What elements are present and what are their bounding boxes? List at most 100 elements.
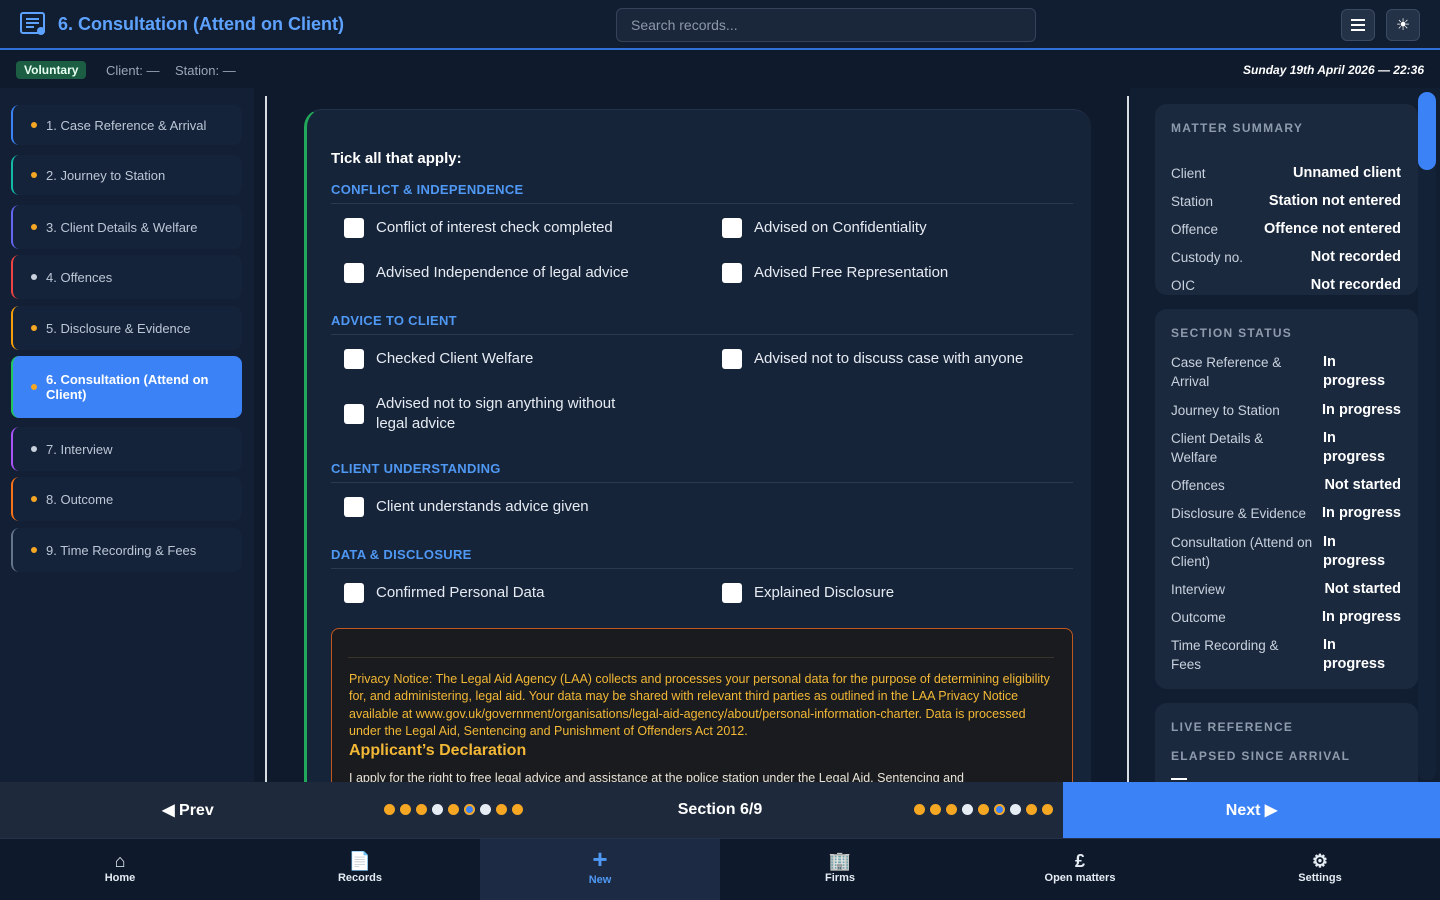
- checkbox-label: Advised not to sign anything without leg…: [376, 395, 616, 432]
- sidebar-item-section-1[interactable]: 1. Case Reference & Arrival: [11, 105, 242, 145]
- checkbox-option[interactable]: Checked Client Welfare: [344, 349, 533, 369]
- progress-dot[interactable]: [416, 804, 427, 815]
- status-dot: [31, 325, 37, 331]
- progress-dot[interactable]: [400, 804, 411, 815]
- pound-icon: £: [1074, 851, 1085, 871]
- declaration-text: I apply for the right to free legal advi…: [349, 771, 964, 782]
- progress-dots-left: [384, 804, 523, 815]
- elapsed-value-dash: [1171, 778, 1187, 780]
- status-label: Client Details & Welfare: [1171, 431, 1264, 465]
- checkbox-option[interactable]: Advised not to sign anything without leg…: [344, 394, 644, 434]
- section-sidebar: 1. Case Reference & Arrival 2. Journey to…: [0, 88, 254, 782]
- progress-dot[interactable]: [512, 804, 523, 815]
- prev-button[interactable]: ◀ Prev: [0, 782, 376, 838]
- sidebar-item-section-7[interactable]: 7. Interview: [11, 427, 242, 471]
- checkbox-label: Advised not to discuss case with anyone: [754, 350, 1024, 367]
- nav-records[interactable]: 📄 Records: [240, 839, 480, 900]
- checkbox-option[interactable]: Confirmed Personal Data: [344, 583, 544, 603]
- matter-summary-card: MATTER SUMMARY Client Unnamed client Stati…: [1155, 104, 1418, 295]
- nav-open-matters[interactable]: £ Open matters: [960, 839, 1200, 900]
- sidebar-item-section-4[interactable]: 4. Offences: [11, 255, 242, 299]
- menu-button[interactable]: [1341, 9, 1375, 41]
- status-dot: [31, 172, 37, 178]
- sidebar-item-section-8[interactable]: 8. Outcome: [11, 477, 242, 521]
- search-input[interactable]: [616, 8, 1036, 42]
- status-dot: [31, 274, 37, 280]
- sidebar-item-section-3[interactable]: 3. Client Details & Welfare: [11, 205, 242, 249]
- checkbox-option[interactable]: Client understands advice given: [344, 497, 589, 517]
- summary-row: Offence Offence not entered: [1171, 220, 1401, 240]
- sidebar-item-section-6[interactable]: 6. Consultation (Attend on Client): [11, 356, 242, 418]
- station-meta: Station: —: [175, 63, 236, 78]
- checkbox[interactable]: [344, 349, 364, 369]
- sidebar-item-section-2[interactable]: 2. Journey to Station: [11, 155, 242, 195]
- progress-dot[interactable]: [384, 804, 395, 815]
- nav-label: Firms: [825, 872, 855, 884]
- client-meta: Client: —: [106, 63, 160, 78]
- sidebar-item-section-9[interactable]: 9. Time Recording & Fees: [11, 528, 242, 572]
- checkbox-label: Confirmed Personal Data: [376, 584, 545, 601]
- declaration-title: Applicant’s Declaration: [349, 742, 527, 759]
- content-divider[interactable]: [1127, 96, 1129, 782]
- elapsed-label: ELAPSED SINCE ARRIVAL: [1171, 749, 1351, 763]
- status-label: Time Recording & Fees: [1171, 638, 1279, 672]
- checkbox-label: Explained Disclosure: [754, 584, 895, 601]
- checkbox[interactable]: [722, 583, 742, 603]
- summary-label: OIC: [1171, 278, 1196, 293]
- checkbox[interactable]: [344, 263, 364, 283]
- checkbox-option[interactable]: Advised Independence of legal advice: [344, 263, 629, 283]
- scrollbar-thumb[interactable]: [1418, 92, 1436, 170]
- progress-dot[interactable]: [914, 804, 925, 815]
- progress-dot[interactable]: [962, 804, 973, 815]
- checkbox-option[interactable]: Advised on Confidentiality: [722, 218, 927, 238]
- nav-new[interactable]: + New: [480, 839, 720, 900]
- progress-dot[interactable]: [464, 804, 475, 815]
- nav-settings[interactable]: ⚙ Settings: [1200, 839, 1440, 900]
- progress-dot[interactable]: [480, 804, 491, 815]
- progress-dot[interactable]: [994, 804, 1005, 815]
- progress-dot[interactable]: [1042, 804, 1053, 815]
- checkbox-option[interactable]: Advised not to discuss case with anyone: [722, 349, 1023, 369]
- next-button[interactable]: Next ▶: [1063, 782, 1440, 838]
- building-icon: 🏢: [828, 851, 852, 871]
- scrollbar-track[interactable]: [1418, 92, 1436, 780]
- checkbox[interactable]: [722, 263, 742, 283]
- progress-dot[interactable]: [1026, 804, 1037, 815]
- progress-dot[interactable]: [1010, 804, 1021, 815]
- progress-dot[interactable]: [930, 804, 941, 815]
- form-list-icon[interactable]: [20, 12, 47, 36]
- status-label: Journey to Station: [1171, 403, 1280, 418]
- checkbox-option[interactable]: Conflict of interest check completed: [344, 218, 613, 238]
- checkbox-option[interactable]: Explained Disclosure: [722, 583, 894, 603]
- sidebar-item-label: 9. Time Recording & Fees: [46, 542, 197, 558]
- sidebar-item-section-5[interactable]: 5. Disclosure & Evidence: [11, 306, 242, 350]
- sidebar-divider[interactable]: [265, 96, 267, 782]
- section-indicator: Section 6/9: [677, 801, 763, 818]
- nav-label: Records: [337, 872, 383, 884]
- sidebar-item-label: 5. Disclosure & Evidence: [46, 320, 191, 336]
- progress-dot[interactable]: [432, 804, 443, 815]
- nav-home[interactable]: ⌂ Home: [0, 839, 240, 900]
- nav-label: New: [588, 874, 612, 886]
- progress-dot[interactable]: [496, 804, 507, 815]
- checkbox[interactable]: [344, 404, 364, 424]
- summary-value: Not recorded: [1310, 277, 1401, 293]
- checkbox[interactable]: [722, 218, 742, 238]
- checkbox-option[interactable]: Advised Free Representation: [722, 263, 948, 283]
- status-dot: [31, 384, 37, 390]
- progress-dot[interactable]: [946, 804, 957, 815]
- checkbox[interactable]: [344, 218, 364, 238]
- status-label: Consultation (Attend on Client): [1171, 535, 1313, 569]
- nav-firms[interactable]: 🏢 Firms: [720, 839, 960, 900]
- summary-value: Not recorded: [1310, 249, 1401, 265]
- checkbox[interactable]: [344, 497, 364, 517]
- progress-dot[interactable]: [978, 804, 989, 815]
- status-dot: [31, 224, 37, 230]
- gear-icon: ⚙: [1311, 851, 1329, 871]
- summary-label: Custody no.: [1171, 250, 1244, 265]
- checkbox[interactable]: [722, 349, 742, 369]
- theme-toggle-button[interactable]: ☀: [1386, 9, 1420, 41]
- progress-dot[interactable]: [448, 804, 459, 815]
- progress-dots-right: [914, 804, 1053, 815]
- checkbox[interactable]: [344, 583, 364, 603]
